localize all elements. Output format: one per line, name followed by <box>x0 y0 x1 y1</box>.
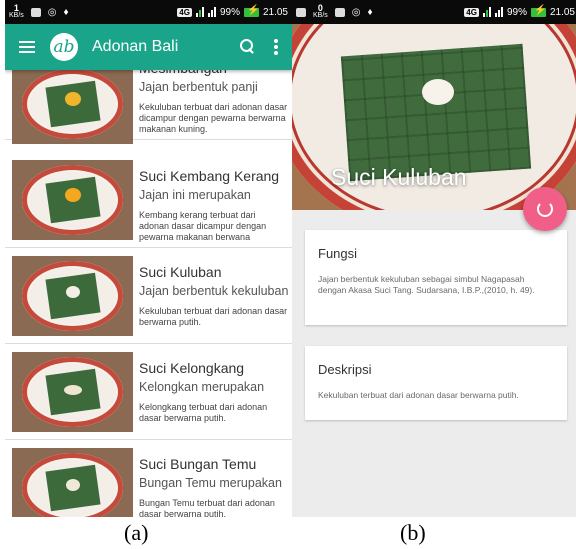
card-body: Jajan berbentuk kekuluban sebagai simbul… <box>318 274 535 295</box>
item-subtitle: Jajan berbentuk kekuluban <box>139 284 289 298</box>
item-thumbnail <box>12 448 133 517</box>
network-speed: 1 KB/s <box>9 3 24 20</box>
signal-icon <box>195 7 204 17</box>
android-icon: ♦ <box>63 6 69 18</box>
card-title: Deskripsi <box>318 362 372 377</box>
item-description: Kembang kerang terbuat dari adonan dasar… <box>139 210 267 242</box>
item-description: Kelongkang terbuat dari adonan dasar ber… <box>139 402 268 423</box>
item-description: Kekuluban terbuat dari adonan dasar berw… <box>139 306 288 327</box>
item-description: Bungan Temu terbuat dari adonan dasar be… <box>139 498 275 517</box>
item-subtitle: Jajan berbentuk panji <box>139 80 258 94</box>
wifi-hotspot-icon: ◎ <box>351 6 361 18</box>
signal-icon-2 <box>207 7 216 17</box>
food-swatch <box>422 79 454 105</box>
signal-icon <box>482 7 491 17</box>
card-body: Kekuluban terbuat dari adonan dasar berw… <box>318 390 519 400</box>
app-title: Adonan Bali <box>92 38 179 55</box>
list-screen: 1KB/s ◎ ♦ 4G 99% 21.05 ab Adonan Bali Me… <box>5 0 292 517</box>
battery-percent: 99% <box>219 6 240 18</box>
item-subtitle: Bungan Temu merupakan <box>139 476 282 490</box>
status-bar: 0KB/s ◎ ♦ 4G 99% 21.05 <box>292 0 576 24</box>
more-vert-icon[interactable] <box>274 37 278 57</box>
item-title: Suci Kuluban <box>139 264 222 280</box>
menu-icon[interactable] <box>19 38 35 56</box>
clock: 21.05 <box>549 6 575 18</box>
refresh-fab-button[interactable] <box>523 187 567 231</box>
list-item[interactable]: Suci Kembang Kerang Jajan ini merupakan … <box>5 152 292 248</box>
app-logo: ab <box>50 33 78 61</box>
item-thumbnail <box>12 64 133 144</box>
status-bar: 1KB/s ◎ ♦ 4G 99% 21.05 <box>5 0 292 24</box>
item-title: Suci Bungan Temu <box>139 456 257 472</box>
message-icon <box>30 7 41 17</box>
hero-image: Suci Kuluban <box>292 24 576 210</box>
wifi-hotspot-icon: ◎ <box>47 6 57 18</box>
item-subtitle: Kelongkan merupakan <box>139 380 265 394</box>
detail-screen: Suci Kuluban 0KB/s ◎ ♦ 4G 99% 21.05 Fung… <box>292 0 576 517</box>
screenshot-icon <box>296 7 306 17</box>
hero-title: Suci Kuluban <box>331 164 467 190</box>
signal-icon-2 <box>494 7 503 17</box>
list-item[interactable]: Suci Bungan Temu Bungan Temu merupakan B… <box>5 440 292 517</box>
item-subtitle: Jajan ini merupakan <box>139 188 251 202</box>
battery-percent: 99% <box>506 6 527 18</box>
caption-a: (a) <box>124 520 149 545</box>
network-type-badge: 4G <box>177 7 192 17</box>
search-icon[interactable] <box>240 39 256 55</box>
item-thumbnail <box>12 256 133 336</box>
caption-b: (b) <box>400 520 426 545</box>
item-thumbnail <box>12 160 133 240</box>
item-title: Suci Kelongkang <box>139 360 245 376</box>
list-item[interactable]: Suci Kelongkang Kelongkan merupakan Kelo… <box>5 344 292 440</box>
message-icon <box>334 7 345 17</box>
refresh-icon <box>537 201 553 217</box>
food-swatch <box>65 92 81 106</box>
battery-charging-icon <box>530 5 546 17</box>
android-icon: ♦ <box>367 6 373 18</box>
item-description: Kekuluban terbuat dari adonan dasar dica… <box>139 102 288 134</box>
item-thumbnail <box>12 352 133 432</box>
battery-charging-icon <box>243 5 259 17</box>
description-card: Deskripsi Kekuluban terbuat dari adonan … <box>305 346 567 420</box>
function-card: Fungsi Jajan berbentuk kekuluban sebagai… <box>305 230 567 325</box>
app-bar: ab Adonan Bali <box>5 24 292 70</box>
network-type-badge: 4G <box>464 7 479 17</box>
list-item[interactable]: Suci Kuluban Jajan berbentuk kekuluban K… <box>5 248 292 344</box>
network-speed: 0 KB/s <box>313 3 328 20</box>
clock: 21.05 <box>262 6 288 18</box>
item-title: Suci Kembang Kerang <box>139 168 280 184</box>
card-title: Fungsi <box>318 246 358 261</box>
